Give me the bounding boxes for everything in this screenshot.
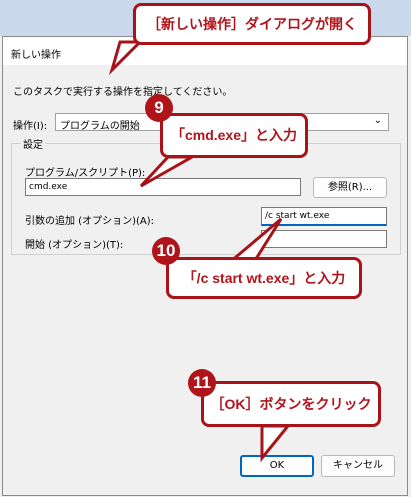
step-10-badge: 10	[152, 237, 180, 265]
pointer-10	[225, 217, 283, 264]
pointer-11	[260, 424, 292, 463]
pointer-9	[139, 155, 198, 188]
callout-step-10: 「/c start wt.exe」と入力	[166, 257, 362, 299]
callout-step-9: 「cmd.exe」と入力	[160, 113, 308, 158]
callout-dialog-opens: ［新しい操作］ダイアログが開く	[133, 3, 371, 45]
step-11-badge: 11	[188, 369, 216, 397]
callout-step-11: ［OK］ボタンをクリック	[201, 381, 381, 427]
step-9-badge: 9	[145, 94, 173, 122]
pointer-top	[108, 40, 144, 76]
